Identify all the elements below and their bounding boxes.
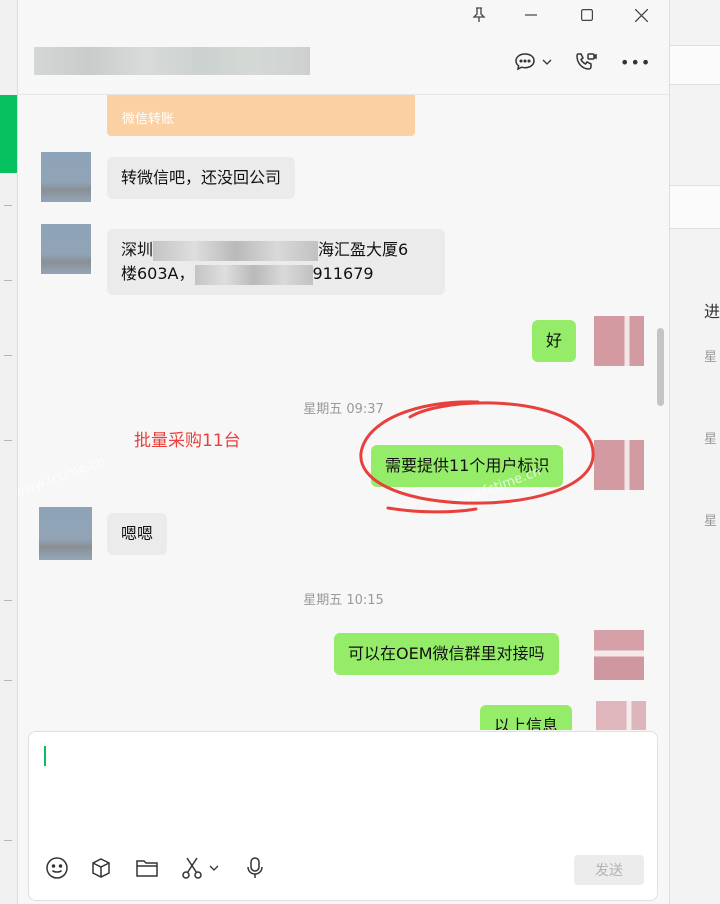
avatar[interactable]	[594, 630, 644, 680]
message-bubble-outgoing: 以上信息	[480, 705, 573, 730]
background-item-label: 进	[704, 302, 720, 321]
message-bubble-incoming: 转微信吧，还没回公司	[107, 157, 296, 199]
nav-divider	[4, 440, 12, 441]
avatar[interactable]	[596, 701, 646, 730]
avatar[interactable]	[594, 440, 644, 490]
box-icon	[92, 858, 110, 878]
maximize-button[interactable]	[564, 0, 610, 30]
avatar[interactable]	[594, 316, 644, 366]
message-bubble-outgoing: 可以在OEM微信群里对接吗	[334, 633, 559, 675]
chat-title	[34, 47, 310, 75]
more-icon: •••	[620, 52, 652, 72]
message-text: 楼603A，	[121, 264, 195, 283]
transfer-message[interactable]: 微信转账	[107, 95, 415, 136]
maximize-icon	[581, 9, 593, 21]
chat-header: •••	[18, 30, 669, 95]
more-button[interactable]: •••	[620, 50, 651, 74]
redacted-text	[153, 240, 319, 261]
watermark-text: www.fctime.cn	[18, 454, 108, 501]
sticker-button[interactable]	[90, 855, 112, 881]
pin-icon	[472, 7, 486, 22]
screenshot-button[interactable]	[181, 855, 219, 881]
message-list[interactable]: 微信转账 转微信吧，还没回公司 深圳 海汇盈大厦6 楼603A， 911679 好 …	[18, 95, 669, 730]
message-bubble-incoming: 嗯嗯	[107, 513, 168, 555]
nav-divider	[4, 680, 12, 681]
microphone-icon	[247, 857, 263, 878]
chat-info-button[interactable]	[514, 50, 552, 74]
background-panel: 进 星 星 星	[668, 0, 720, 904]
chevron-down-icon	[209, 865, 219, 871]
timestamp: 星期五 10:15	[303, 593, 384, 608]
message-scrollbar[interactable]	[657, 328, 664, 406]
background-field	[668, 185, 720, 229]
emoji-icon	[46, 857, 68, 879]
video-call-icon	[576, 53, 597, 70]
message-bubble-incoming: 深圳 海汇盈大厦6 楼603A， 911679	[107, 229, 445, 295]
background-item-label: 星	[704, 350, 718, 365]
file-button[interactable]	[135, 855, 159, 881]
nav-divider	[4, 280, 12, 281]
transfer-label: 微信转账	[122, 112, 175, 127]
redacted-text	[194, 264, 313, 285]
chat-icon	[515, 53, 535, 71]
background-field	[668, 45, 720, 85]
message-bubble-outgoing: 好	[532, 320, 577, 362]
timestamp: 星期五 09:37	[303, 402, 384, 417]
voice-button[interactable]	[245, 855, 265, 881]
avatar[interactable]	[39, 507, 92, 560]
handwritten-annotation: 批量采购11台	[134, 431, 241, 451]
chat-window: ••• 微信转账 转微信吧，还没回公司 深圳 海汇盈大厦6 楼603A， 91167…	[17, 0, 670, 904]
close-button[interactable]	[618, 0, 664, 30]
text-cursor	[44, 746, 46, 766]
message-text: 911679	[312, 264, 374, 283]
nav-divider	[4, 840, 12, 841]
message-input[interactable]: 发送	[28, 731, 658, 901]
avatar[interactable]	[41, 224, 91, 274]
send-button[interactable]: 发送	[574, 855, 644, 885]
minimize-icon	[525, 14, 537, 16]
active-nav-indicator	[0, 95, 17, 173]
call-button[interactable]	[574, 50, 598, 74]
scissors-icon	[182, 857, 202, 879]
chevron-down-icon	[542, 59, 552, 65]
message-text: 深圳	[121, 240, 154, 259]
folder-icon	[136, 860, 158, 877]
title-bar	[18, 0, 669, 30]
nav-divider	[4, 355, 12, 356]
close-icon	[634, 8, 648, 22]
nav-divider	[4, 205, 12, 206]
emoji-button[interactable]	[45, 855, 69, 881]
nav-divider	[4, 600, 12, 601]
minimize-button[interactable]	[508, 0, 554, 30]
background-item-label: 星	[704, 514, 718, 529]
background-item-label: 星	[704, 432, 718, 447]
pin-button[interactable]	[456, 0, 502, 30]
avatar[interactable]	[41, 152, 91, 202]
message-text: 海汇盈大厦6	[318, 240, 409, 259]
